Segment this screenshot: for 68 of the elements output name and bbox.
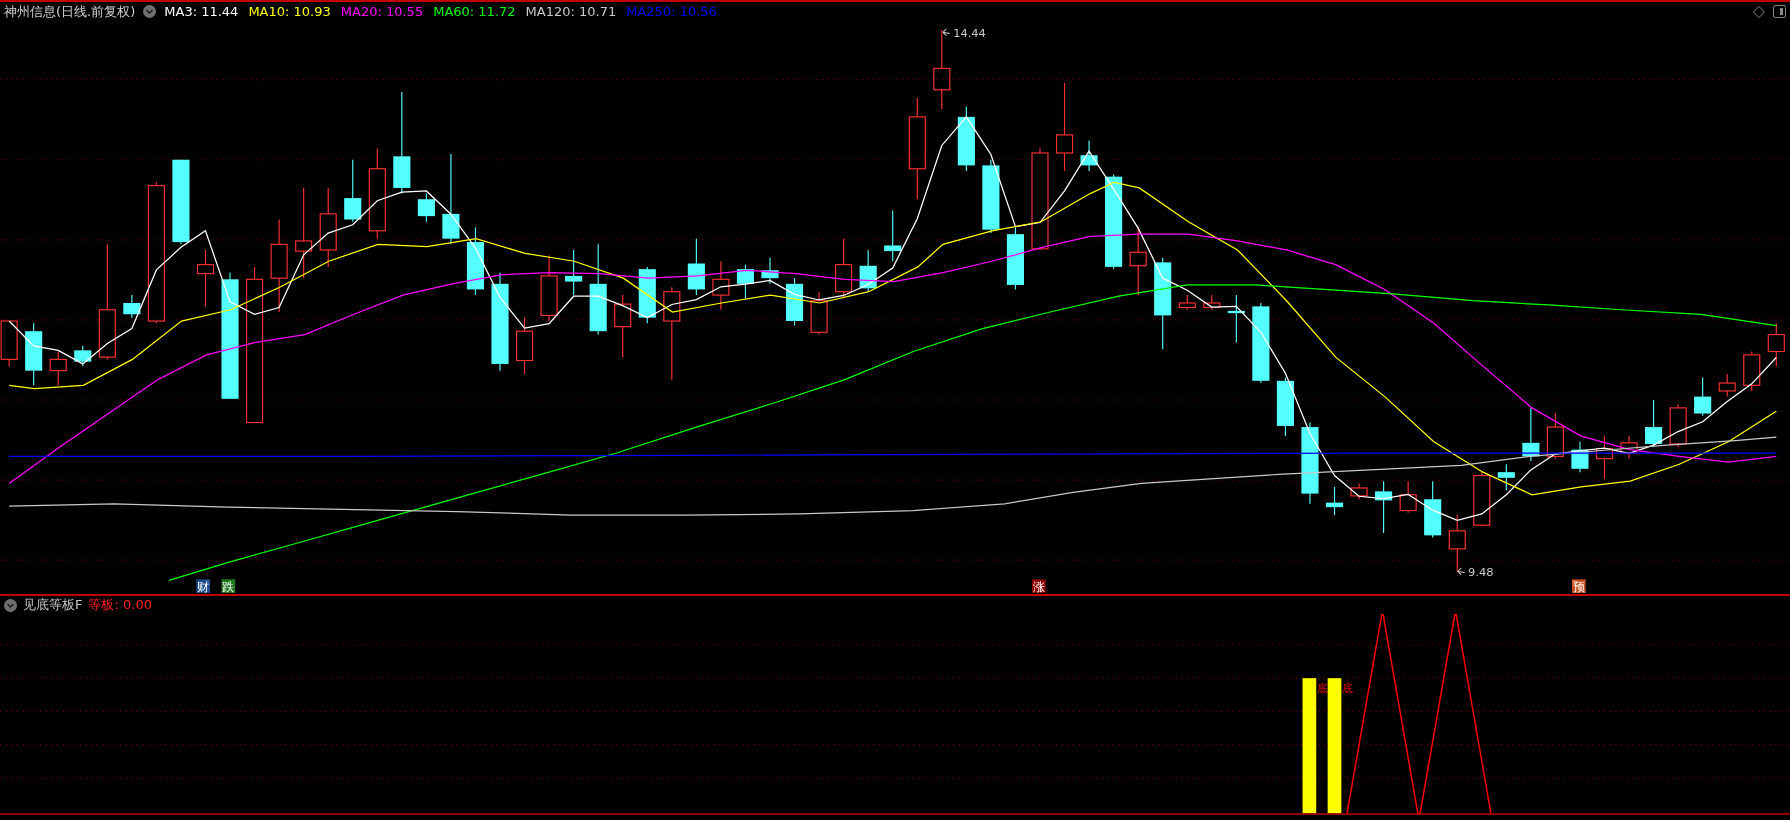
candlestick <box>25 322 43 386</box>
candlestick <box>786 277 804 327</box>
candlestick <box>1227 294 1245 344</box>
candlestick <box>810 291 828 336</box>
candlestick <box>1546 412 1564 460</box>
panel-toggle-icon[interactable] <box>1773 5 1786 18</box>
candlestick <box>884 209 902 262</box>
candlestick <box>1694 376 1712 417</box>
candlestick <box>1595 435 1614 480</box>
candlestick <box>565 249 583 296</box>
candlestick <box>859 249 877 293</box>
candlestick <box>687 238 705 296</box>
candlestick <box>1620 435 1638 460</box>
candlestick <box>540 255 558 322</box>
candlestick <box>49 350 67 386</box>
candlestick <box>1006 226 1024 290</box>
candlestick <box>1522 407 1540 462</box>
candlestick <box>466 226 485 296</box>
candlestick <box>736 264 754 300</box>
candlestick <box>1350 482 1368 500</box>
candlestick <box>123 294 141 319</box>
candlestick <box>1718 373 1736 398</box>
candlestick <box>1203 294 1221 311</box>
price-label: 9.48 <box>1457 565 1494 579</box>
chart-title: 神州信息(日线.前复权) <box>4 2 136 21</box>
event-marker: 涨 <box>1032 579 1046 594</box>
dropdown-icon[interactable] <box>4 598 17 612</box>
candlestick <box>1276 376 1294 437</box>
candlestick <box>614 294 632 358</box>
candlestick <box>196 249 215 307</box>
event-marker: 跌 <box>221 579 236 594</box>
candlestick <box>1448 514 1466 572</box>
candlestick <box>1669 403 1687 448</box>
candlestick <box>1325 486 1344 516</box>
candlestick <box>957 106 975 172</box>
candlestick <box>1375 480 1393 534</box>
moving-average-legend: MA60: 11.72 <box>433 4 516 19</box>
candlestick <box>1080 140 1098 172</box>
dropdown-icon[interactable] <box>143 5 157 18</box>
candlestick <box>1473 471 1491 527</box>
moving-average-legend: MA10: 10.93 <box>248 4 331 19</box>
candlestick <box>761 257 779 285</box>
candlestick <box>344 159 362 223</box>
indicator-reading: 等板: 0.00 <box>88 596 152 614</box>
signal-label: 底 <box>1316 680 1328 695</box>
moving-average-legend: MA120: 10.71 <box>525 4 617 19</box>
price-label: 14.44 <box>942 25 986 40</box>
event-marker: 财 <box>196 579 211 594</box>
candlestick <box>1178 294 1196 311</box>
indicator-title: 见底等板F <box>23 596 83 614</box>
candlestick <box>638 266 656 324</box>
candlestick <box>1767 322 1785 367</box>
moving-average-legend: MA3: 11.44 <box>164 4 239 19</box>
candlestick <box>712 260 730 311</box>
candlestick <box>74 345 92 367</box>
event-marker: 预 <box>1571 579 1586 594</box>
moving-average-legend: MA20: 10.55 <box>340 4 424 19</box>
candlestick <box>835 238 853 300</box>
candlestick <box>1399 480 1417 514</box>
moving-average-legend: MA250: 10.56 <box>626 4 717 19</box>
candlestick <box>0 320 18 367</box>
candlestick <box>1424 480 1442 539</box>
candlestick <box>1571 441 1589 473</box>
candlestick <box>1497 463 1515 491</box>
signal-label: 底 <box>1341 680 1353 695</box>
candlestick <box>1743 350 1761 392</box>
candlestick <box>516 317 534 375</box>
candlestick <box>417 193 435 223</box>
